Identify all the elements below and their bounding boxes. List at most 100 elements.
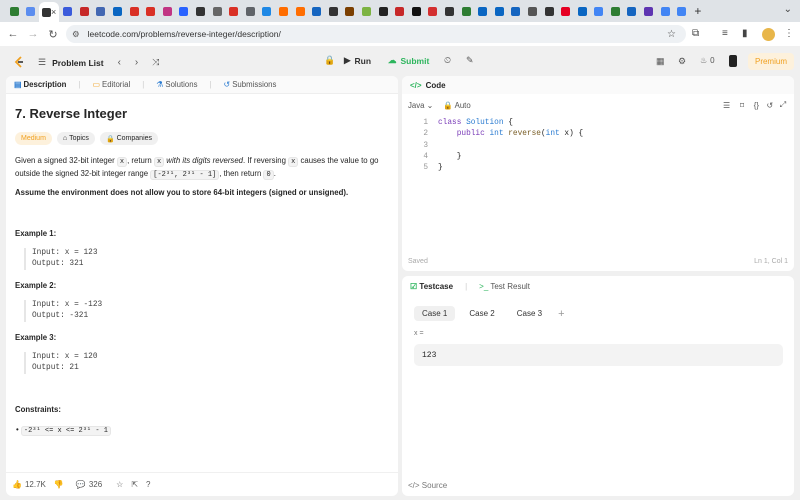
- browser-tab[interactable]: [209, 2, 225, 20]
- browser-tab[interactable]: [392, 2, 408, 20]
- premium-button[interactable]: Premium: [748, 53, 794, 70]
- add-case-button[interactable]: +: [558, 308, 564, 320]
- site-info-icon[interactable]: ⚙: [72, 29, 80, 40]
- browser-tab[interactable]: [641, 2, 657, 20]
- browser-tab[interactable]: [541, 2, 557, 20]
- settings-gear-icon[interactable]: ⚙: [678, 56, 686, 67]
- browser-tab[interactable]: [126, 2, 142, 20]
- tab-test-result[interactable]: >_ Test Result: [479, 282, 530, 291]
- browser-tab[interactable]: [159, 2, 175, 20]
- browser-tab[interactable]: [23, 2, 39, 20]
- browser-tab[interactable]: [508, 2, 524, 20]
- browser-tab[interactable]: [325, 2, 341, 20]
- browser-tab[interactable]: ×: [39, 2, 60, 22]
- browser-tab[interactable]: [6, 2, 22, 20]
- notes-icon[interactable]: ✎: [466, 55, 474, 66]
- prev-problem-icon[interactable]: ‹: [118, 57, 121, 68]
- streak-counter[interactable]: ♨ 0: [700, 56, 715, 65]
- tab-description[interactable]: ▤ Description: [14, 80, 66, 89]
- back-icon[interactable]: ←: [6, 28, 20, 40]
- lock-icon[interactable]: 🔒: [324, 55, 335, 66]
- case-tab[interactable]: Case 2: [461, 306, 502, 321]
- browser-tab[interactable]: [674, 2, 690, 20]
- chrome-menu-icon[interactable]: ⋮: [784, 28, 794, 39]
- problem-list-link[interactable]: Problem List: [52, 58, 103, 68]
- browser-tab[interactable]: [276, 2, 292, 20]
- testcase-input[interactable]: 123: [414, 344, 783, 366]
- new-tab-button[interactable]: +: [694, 4, 701, 18]
- browser-tab[interactable]: [110, 2, 126, 20]
- media-icon[interactable]: ≡: [722, 28, 728, 39]
- case-tab[interactable]: Case 1: [414, 306, 456, 321]
- user-icon[interactable]: [729, 55, 737, 67]
- browser-tab[interactable]: [491, 2, 507, 20]
- browser-tab[interactable]: [60, 2, 76, 20]
- browser-tab[interactable]: [226, 2, 242, 20]
- bookmark-icon[interactable]: ⌑: [740, 101, 744, 110]
- browser-tab[interactable]: [475, 2, 491, 20]
- favorite-star-icon[interactable]: ☆: [116, 480, 123, 489]
- browser-tab[interactable]: [193, 2, 209, 20]
- browser-tab[interactable]: [93, 2, 109, 20]
- browser-tab[interactable]: [425, 2, 441, 20]
- leetcode-logo-icon[interactable]: [14, 56, 24, 68]
- browser-tab[interactable]: [657, 2, 673, 20]
- browser-tab[interactable]: [309, 2, 325, 20]
- browser-tab[interactable]: [607, 2, 623, 20]
- browser-tab[interactable]: [242, 2, 258, 20]
- autocomplete-toggle[interactable]: 🔒 Auto: [443, 101, 471, 110]
- browser-tab[interactable]: [624, 2, 640, 20]
- tab-editorial[interactable]: ▭ Editorial: [92, 80, 130, 89]
- extensions-icon[interactable]: ⧉: [692, 28, 699, 39]
- tab-search-icon[interactable]: ⌄: [784, 4, 792, 15]
- tab-testcase[interactable]: ☑ Testcase: [410, 282, 453, 291]
- reload-icon[interactable]: ↻: [46, 28, 60, 41]
- favicon-icon: [627, 6, 637, 16]
- browser-tab[interactable]: [441, 2, 457, 20]
- topics-chip[interactable]: ⌂ Topics: [56, 132, 95, 145]
- address-bar[interactable]: ⚙ leetcode.com/problems/reverse-integer/…: [66, 25, 686, 43]
- braces-icon[interactable]: {}: [754, 101, 759, 110]
- browser-tab[interactable]: [558, 2, 574, 20]
- shuffle-icon[interactable]: ⤨: [152, 57, 159, 68]
- browser-tab[interactable]: [458, 2, 474, 20]
- browser-tab[interactable]: [591, 2, 607, 20]
- tab-close-icon[interactable]: ×: [51, 7, 56, 17]
- fullscreen-icon[interactable]: ⤢: [780, 100, 786, 110]
- browser-tab[interactable]: [143, 2, 159, 20]
- help-icon[interactable]: ?: [146, 480, 150, 489]
- source-toggle[interactable]: </> Source: [408, 481, 447, 490]
- code-editor[interactable]: 1 class Solution { 2 public int reverse(i…: [416, 118, 583, 174]
- browser-tab[interactable]: [408, 2, 424, 20]
- profile-avatar[interactable]: [762, 28, 775, 41]
- layout-icon[interactable]: ▦: [656, 56, 665, 67]
- browser-tab[interactable]: [342, 2, 358, 20]
- like-button[interactable]: 👍 12.7K: [12, 480, 46, 489]
- browser-tab[interactable]: [76, 2, 92, 20]
- browser-tab[interactable]: [524, 2, 540, 20]
- language-select[interactable]: Java ⌄: [408, 101, 433, 110]
- side-panel-icon[interactable]: ▮: [742, 28, 748, 39]
- browser-tab[interactable]: [259, 2, 275, 20]
- next-problem-icon[interactable]: ›: [135, 57, 138, 68]
- case-tab[interactable]: Case 3: [509, 306, 550, 321]
- reset-icon[interactable]: ↺: [766, 101, 773, 110]
- lock-icon: 🔒: [105, 135, 115, 143]
- tab-solutions[interactable]: ⚗ Solutions: [156, 80, 197, 89]
- submit-button[interactable]: ☁ Submit: [388, 55, 429, 66]
- companies-chip[interactable]: 🔒 Companies: [99, 132, 159, 145]
- browser-tab[interactable]: [375, 2, 391, 20]
- browser-tab[interactable]: [358, 2, 374, 20]
- format-icon[interactable]: ☰: [723, 101, 730, 110]
- browser-tab[interactable]: [574, 2, 590, 20]
- comments-button[interactable]: 💬 326: [76, 480, 102, 489]
- timer-icon[interactable]: ⏲: [444, 55, 451, 66]
- browser-tab[interactable]: [292, 2, 308, 20]
- bookmark-star-icon[interactable]: ☆: [667, 29, 676, 40]
- run-button[interactable]: ▶ Run: [344, 55, 371, 66]
- tab-submissions[interactable]: ↺ Submissions: [224, 80, 277, 89]
- forward-icon[interactable]: →: [26, 28, 40, 40]
- dislike-icon[interactable]: 👎: [54, 480, 64, 489]
- browser-tab[interactable]: [176, 2, 192, 20]
- share-icon[interactable]: ⇱: [131, 480, 138, 489]
